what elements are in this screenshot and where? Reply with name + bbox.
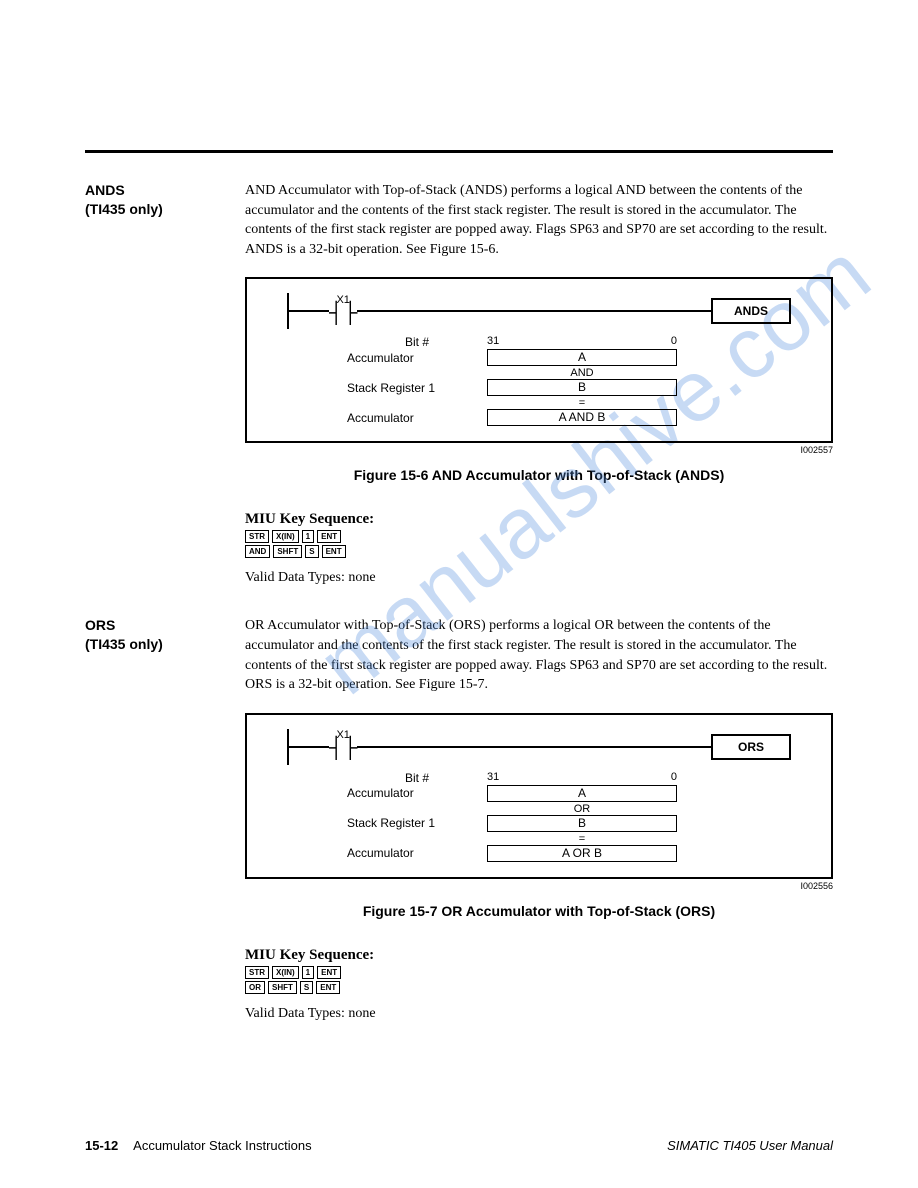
row3-val: A AND B [487,409,677,426]
row2-val: B [487,815,677,832]
ors-desc: OR Accumulator with Top-of-Stack (ORS) p… [245,616,833,694]
ands-figure-box: X1 ┤├ ANDS Bit # 31 0 AccumulatorA AND S… [245,277,833,443]
ands-fig-caption: Figure 15-6 AND Accumulator with Top-of-… [245,467,833,483]
key: STR [245,530,269,543]
bit-lo: 0 [671,771,677,785]
ors-section: ORS (TI435 only) OR Accumulator with Top… [85,616,833,694]
row1-label: Accumulator [347,351,487,365]
ladder-rung: X1 ┤├ ANDS [287,293,791,329]
footer-right: SIMATIC TI405 User Manual [667,1138,833,1153]
key: 1 [302,966,314,979]
key: 1 [302,530,314,543]
ors-sub: (TI435 only) [85,636,163,652]
ors-figure-wrapper: X1 ┤├ ORS Bit # 31 0 AccumulatorA OR Sta… [245,713,833,919]
key-row-1: STR X(IN) 1 ENT [245,966,833,979]
page-footer: 15-12 Accumulator Stack Instructions SIM… [85,1138,833,1153]
ands-title: ANDS [85,182,125,198]
function-name: ANDS [711,298,791,324]
bit-hi: 31 [487,335,499,349]
row3-val: A OR B [487,845,677,862]
key: ENT [322,545,346,558]
key-row-1: STR X(IN) 1 ENT [245,530,833,543]
row3-label: Accumulator [347,846,487,860]
key: X(IN) [272,966,299,979]
ors-figure-box: X1 ┤├ ORS Bit # 31 0 AccumulatorA OR Sta… [245,713,833,879]
row2-val: B [487,379,677,396]
key: ENT [317,530,341,543]
key: OR [245,981,265,994]
miu-title: MIU Key Sequence: [245,947,833,964]
ands-sub: (TI435 only) [85,201,163,217]
ands-heading: ANDS (TI435 only) [85,181,245,259]
key: AND [245,545,270,558]
row3-label: Accumulator [347,411,487,425]
top-rule [85,150,833,153]
key: S [305,545,318,558]
key: SHFT [268,981,297,994]
ors-fig-id: I002556 [245,881,833,891]
bit-label: Bit # [347,771,487,785]
row1-val: A [487,349,677,366]
op1: OR [487,803,677,815]
key: ENT [317,966,341,979]
op1: AND [487,367,677,379]
ands-valid: Valid Data Types: none [245,570,833,586]
ands-desc: AND Accumulator with Top-of-Stack (ANDS)… [245,181,833,259]
ands-figure-wrapper: X1 ┤├ ANDS Bit # 31 0 AccumulatorA AND S… [245,277,833,483]
key: S [300,981,313,994]
ands-section: ANDS (TI435 only) AND Accumulator with T… [85,181,833,259]
bit-hi: 31 [487,771,499,785]
key-row-2: AND SHFT S ENT [245,545,833,558]
key: X(IN) [272,530,299,543]
footer-left: Accumulator Stack Instructions [133,1138,311,1153]
page-number: 15-12 [85,1138,118,1153]
ands-miu: MIU Key Sequence: STR X(IN) 1 ENT AND SH… [245,511,833,558]
key: STR [245,966,269,979]
row1-val: A [487,785,677,802]
row2-label: Stack Register 1 [347,381,487,395]
ands-fig-id: I002557 [245,445,833,455]
function-name: ORS [711,734,791,760]
ors-valid: Valid Data Types: none [245,1006,833,1022]
ors-heading: ORS (TI435 only) [85,616,245,694]
ladder-rung: X1 ┤├ ORS [287,729,791,765]
bit-label: Bit # [347,335,487,349]
ors-fig-caption: Figure 15-7 OR Accumulator with Top-of-S… [245,903,833,919]
key: SHFT [273,545,302,558]
ors-miu: MIU Key Sequence: STR X(IN) 1 ENT OR SHF… [245,947,833,994]
key: ENT [316,981,340,994]
ors-title: ORS [85,617,115,633]
key-row-2: OR SHFT S ENT [245,981,833,994]
row1-label: Accumulator [347,786,487,800]
op2: = [487,397,677,409]
miu-title: MIU Key Sequence: [245,511,833,528]
op2: = [487,833,677,845]
row2-label: Stack Register 1 [347,816,487,830]
bit-lo: 0 [671,335,677,349]
